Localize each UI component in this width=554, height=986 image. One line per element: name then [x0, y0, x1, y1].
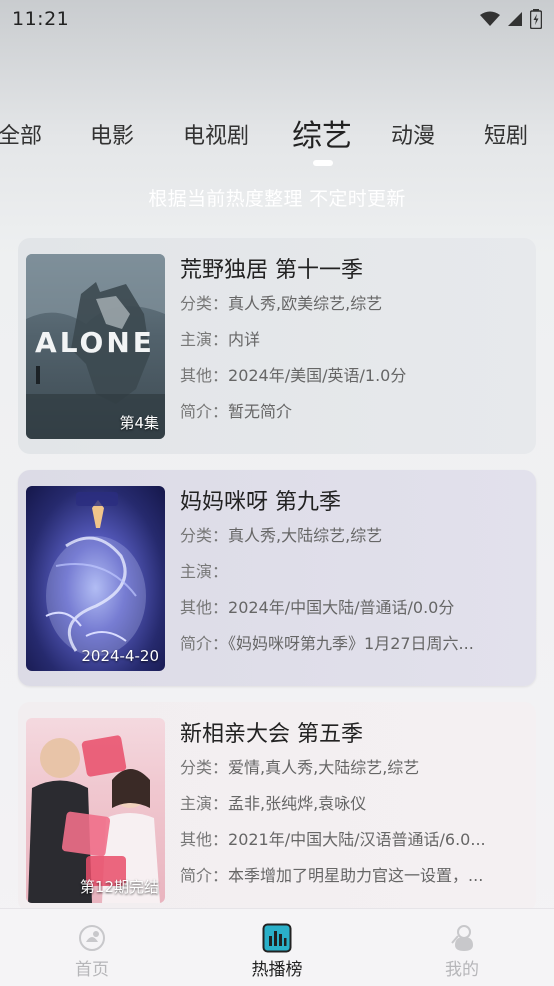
show-title: 荒野独居 第十一季 [180, 258, 363, 283]
show-title: 新相亲大会 第五季 [180, 722, 363, 747]
cast-key: 主演： [180, 330, 229, 349]
other-line: 其他：2021年/中国大陆/汉语普通话/6.0... [180, 822, 526, 858]
intro-line: 简介：《妈妈咪呀第九季》1月27日周六... [180, 626, 526, 662]
status-icons [480, 9, 542, 29]
intro-value: 本季增加了明星助力官这一设置，... [228, 866, 484, 885]
signal-icon [508, 12, 522, 26]
status-time: 11:21 [12, 8, 70, 30]
show-card[interactable]: ALONE 第4集 荒野独居 第十一季 分类：真人秀,欧美综艺,综艺 主演：内详… [18, 238, 536, 454]
nav-home-label: 首页 [75, 960, 109, 980]
intro-value: 《妈妈咪呀第九季》1月27日周六... [228, 634, 474, 653]
wifi-icon [480, 11, 500, 26]
episode-badge: 第4集 [119, 414, 159, 432]
tab-tv-series[interactable]: 电视剧 [183, 112, 249, 162]
card-info: 妈妈咪呀 第九季 分类：真人秀,大陆综艺,综艺 主演： 其他：2024年/中国大… [180, 488, 526, 662]
episode-badge: 第12期完结 [79, 878, 159, 896]
nav-hot-list-label: 热播榜 [251, 960, 303, 980]
intro-line: 简介：暂无简介 [180, 394, 526, 430]
other-key: 其他： [180, 598, 229, 617]
show-card[interactable]: 第12期完结 新相亲大会 第五季 分类：爱情,真人秀,大陆综艺,综艺 主演：孟非… [18, 702, 536, 912]
tab-variety[interactable]: 综艺 [292, 112, 352, 162]
date-badge: 2024-4-20 [81, 647, 159, 665]
show-card[interactable]: 2024-4-20 妈妈咪呀 第九季 分类：真人秀,大陆综艺,综艺 主演： 其他… [18, 470, 536, 686]
nav-profile-label: 我的 [445, 960, 479, 980]
other-key: 其他： [180, 366, 229, 385]
ranking-subtitle: 根据当前热度整理 不定时更新 [148, 188, 406, 210]
battery-icon [530, 9, 542, 29]
category-key: 分类： [180, 758, 229, 777]
status-bar: 11:21 [0, 0, 554, 38]
cast-key: 主演： [180, 562, 229, 581]
profile-icon [451, 925, 473, 951]
category-line: 分类：爱情,真人秀,大陆综艺,综艺 [180, 750, 526, 786]
category-value: 真人秀,大陆综艺,综艺 [228, 526, 383, 545]
cast-line: 主演：内详 [180, 322, 526, 358]
tab-short-drama[interactable]: 短剧 [484, 112, 528, 162]
tab-all[interactable]: 全部 [0, 112, 42, 162]
bottom-nav: 首页 热播榜 我的 [0, 908, 554, 986]
category-tabs: 全部 电影 电视剧 综艺 动漫 短剧 [0, 112, 554, 162]
nav-hot-list[interactable]: 热播榜 [237, 923, 317, 980]
chart-icon [262, 923, 292, 953]
nav-profile[interactable]: 我的 [422, 923, 502, 980]
intro-key: 简介： [180, 866, 229, 885]
intro-value: 暂无简介 [228, 402, 293, 421]
svg-text:ALONE: ALONE [35, 326, 155, 359]
category-key: 分类： [180, 294, 229, 313]
poster-image: ALONE 第4集 [26, 254, 165, 439]
cast-line: 主演： [180, 554, 526, 590]
other-line: 其他：2024年/美国/英语/1.0分 [180, 358, 526, 394]
tab-anime[interactable]: 动漫 [391, 112, 435, 162]
category-value: 爱情,真人秀,大陆综艺,综艺 [228, 758, 420, 777]
nav-home[interactable]: 首页 [52, 923, 132, 980]
other-key: 其他： [180, 830, 229, 849]
cast-key: 主演： [180, 794, 229, 813]
poster-image: 第12期完结 [26, 718, 165, 903]
tab-movies[interactable]: 电影 [90, 112, 134, 162]
intro-key: 简介： [180, 634, 229, 653]
other-value: 2024年/中国大陆/普通话/0.0分 [228, 598, 455, 617]
category-key: 分类： [180, 526, 229, 545]
poster-image: 2024-4-20 [26, 486, 165, 671]
cast-line: 主演：孟非,张纯烨,袁咏仪 [180, 786, 526, 822]
home-icon [79, 925, 105, 951]
cast-value: 内详 [228, 330, 261, 349]
category-line: 分类：真人秀,大陆综艺,综艺 [180, 518, 526, 554]
card-info: 荒野独居 第十一季 分类：真人秀,欧美综艺,综艺 主演：内详 其他：2024年/… [180, 256, 526, 430]
other-value: 2024年/美国/英语/1.0分 [228, 366, 407, 385]
category-value: 真人秀,欧美综艺,综艺 [228, 294, 383, 313]
cast-value: 孟非,张纯烨,袁咏仪 [228, 794, 367, 813]
intro-key: 简介： [180, 402, 229, 421]
show-title: 妈妈咪呀 第九季 [180, 490, 341, 515]
other-line: 其他：2024年/中国大陆/普通话/0.0分 [180, 590, 526, 626]
other-value: 2021年/中国大陆/汉语普通话/6.0... [228, 830, 486, 849]
active-tab-indicator [313, 160, 333, 166]
category-line: 分类：真人秀,欧美综艺,综艺 [180, 286, 526, 322]
intro-line: 简介：本季增加了明星助力官这一设置，... [180, 858, 526, 894]
card-info: 新相亲大会 第五季 分类：爱情,真人秀,大陆综艺,综艺 主演：孟非,张纯烨,袁咏… [180, 720, 526, 894]
